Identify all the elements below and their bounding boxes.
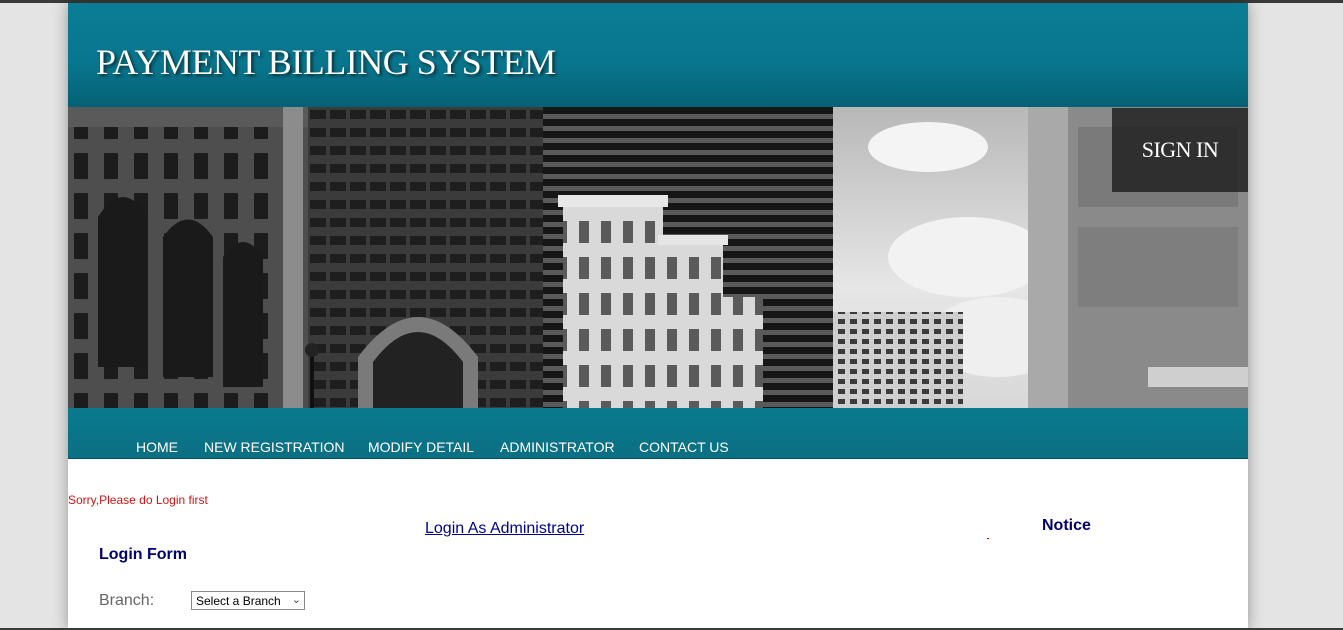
main-navigation: HOME NEW REGISTRATION MODIFY DETAIL ADMI… xyxy=(68,408,1248,459)
city-banner-image xyxy=(68,107,1248,408)
nav-administrator[interactable]: ADMINISTRATOR xyxy=(500,440,615,454)
login-form-title: Login Form xyxy=(99,546,187,563)
login-as-administrator-link[interactable]: Login As Administrator xyxy=(425,520,584,538)
notice-marker xyxy=(987,538,989,539)
sign-in-button[interactable]: SIGN IN xyxy=(1112,108,1248,192)
branch-select-value: Select a Branch xyxy=(196,594,281,608)
nav-modify-detail[interactable]: MODIFY DETAIL xyxy=(368,440,474,454)
site-header: PAYMENT BILLING SYSTEM xyxy=(68,3,1248,107)
site-title: PAYMENT BILLING SYSTEM xyxy=(96,42,556,82)
nav-home[interactable]: HOME xyxy=(136,440,178,454)
login-required-error: Sorry,Please do Login first xyxy=(68,493,208,507)
nav-contact-us[interactable]: CONTACT US xyxy=(639,440,729,454)
branch-select[interactable]: Select a Branch ⌄ xyxy=(191,591,305,610)
chevron-down-icon: ⌄ xyxy=(291,594,301,606)
notice-heading: Notice xyxy=(1042,517,1091,534)
branch-label: Branch: xyxy=(99,592,155,609)
nav-new-registration[interactable]: NEW REGISTRATION xyxy=(204,440,345,454)
page-container: PAYMENT BILLING SYSTEM SIGN IN HOME NEW … xyxy=(68,3,1248,630)
